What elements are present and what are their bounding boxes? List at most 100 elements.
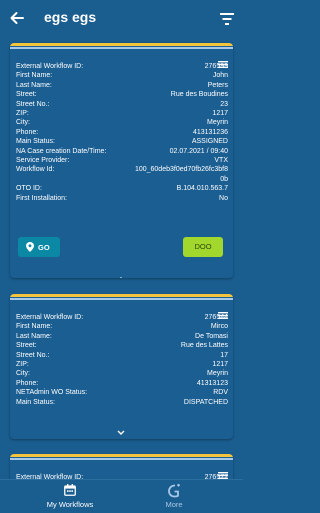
filter-icon (220, 13, 234, 25)
expand-button[interactable] (116, 423, 126, 435)
detail-label: NA Case creation Date/Time: (16, 147, 107, 155)
detail-row: External Workflow ID: 276599 (16, 62, 228, 71)
filter-button[interactable] (220, 12, 234, 25)
detail-value: Rue des Boudines (170, 91, 228, 99)
arrow-left-icon (10, 12, 24, 24)
go-button-label: GO (38, 243, 50, 252)
detail-value: 41313123 (196, 379, 228, 387)
app-header: egs egs (0, 0, 243, 36)
detail-value: Mirco (210, 323, 228, 331)
card-details: External Workflow ID: 276599 First Name: J… (16, 62, 228, 203)
detail-value: 413131236 (192, 128, 228, 136)
detail-label: Street No.: (16, 351, 50, 359)
detail-row: ZIP: 1217 (16, 360, 228, 369)
detail-label: Last Name: (16, 332, 52, 340)
detail-label: NETAdmin WO Status: (16, 389, 88, 397)
doo-button[interactable]: DOO (183, 237, 223, 257)
map-pin-icon (26, 242, 34, 252)
detail-value: 1217 (212, 110, 228, 118)
detail-label: Phone: (16, 128, 39, 136)
detail-value: Meyrin (206, 370, 228, 378)
detail-label: First Name: (16, 72, 53, 80)
nav-my-workflows-label: My Workflows (46, 500, 94, 509)
detail-row: Street No.: 17 (16, 351, 228, 360)
nav-more[interactable]: More (150, 480, 198, 513)
detail-value: De Tomasi (195, 332, 228, 340)
bottom-navigation: My Workflows More (0, 479, 243, 513)
detail-row: ZIP: 1217 (16, 109, 228, 118)
drag-handle-icon[interactable] (218, 55, 228, 68)
detail-label: Street: (16, 342, 37, 350)
detail-value: No (219, 194, 228, 202)
card-header-bar (10, 454, 233, 462)
chevron-down-icon (117, 430, 125, 435)
detail-label: Main Status: (16, 398, 55, 406)
detail-value: VTX (214, 157, 228, 165)
detail-value: Peters (207, 81, 228, 89)
detail-label: Phone: (16, 379, 39, 387)
detail-value: 276599 (204, 63, 228, 70)
detail-row: Phone: 41313123 (16, 379, 228, 388)
workflow-card[interactable]: External Workflow ID: 276544 First Name: M… (10, 294, 233, 439)
nav-more-label: More (165, 500, 183, 509)
card-details: External Workflow ID: 276544 First Name: M… (16, 313, 228, 407)
drag-handle-icon[interactable] (218, 466, 228, 479)
chevron-up-icon (120, 277, 122, 278)
detail-label: City: (16, 119, 30, 127)
collapse-button[interactable] (116, 269, 126, 278)
detail-value: 100_60deb3f0ed70fb26fc3bf80b (134, 166, 228, 183)
detail-value: B.104.010.563.7 (176, 185, 228, 193)
detail-label: ZIP: (16, 110, 29, 118)
detail-row: City: Meyrin (16, 118, 228, 127)
more-icon (168, 484, 180, 498)
detail-label: ZIP: (16, 361, 29, 369)
detail-row: Last Name: De Tomasi (16, 332, 228, 341)
detail-label: OTO ID: (16, 185, 42, 193)
detail-label: External Workflow ID: (16, 314, 84, 321)
detail-label: Street: (16, 91, 37, 99)
detail-row: Street No.: 23 (16, 100, 228, 109)
detail-value: John (212, 72, 228, 80)
card-header-bar (10, 43, 233, 51)
back-button[interactable] (8, 9, 26, 27)
detail-row: Workflow Id: 100_60deb3f0ed70fb26fc3bf80b (16, 165, 228, 184)
detail-row: External Workflow ID: 276544 (16, 313, 228, 322)
workflow-card[interactable]: External Workflow ID: 276599 First Name: J… (10, 43, 233, 278)
detail-label: Last Name: (16, 81, 52, 89)
detail-value: 1217 (212, 361, 228, 369)
detail-value: 23 (220, 100, 228, 108)
detail-label: Workflow Id: (16, 166, 55, 174)
detail-value: ASSIGNED (191, 138, 228, 146)
detail-label: First Installation: (16, 194, 67, 202)
detail-row: Street: Rue des Lattes (16, 341, 228, 350)
detail-row: First Name: Mirco (16, 322, 228, 331)
detail-value: RDV (213, 389, 228, 397)
workflow-list[interactable]: External Workflow ID: 276599 First Name: J… (0, 38, 243, 490)
drag-handle-icon[interactable] (218, 306, 228, 319)
detail-row: First Installation: No (16, 194, 228, 203)
detail-row: NA Case creation Date/Time: 02.07.2021 / … (16, 147, 228, 156)
detail-row: OTO ID: B.104.010.563.7 (16, 184, 228, 193)
detail-value: Meyrin (206, 119, 228, 127)
detail-row: Main Status: ASSIGNED (16, 137, 228, 146)
detail-label: City: (16, 370, 30, 378)
card-header-bar (10, 294, 233, 302)
detail-label: First Name: (16, 323, 53, 331)
nav-my-workflows[interactable]: My Workflows (36, 480, 104, 513)
detail-row: City: Meyrin (16, 369, 228, 378)
detail-value: DISPATCHED (183, 398, 228, 406)
detail-value: Rue des Lattes (180, 342, 228, 350)
detail-value: 276544 (204, 314, 228, 321)
detail-label: Service Provider: (16, 157, 70, 165)
detail-row: First Name: John (16, 71, 228, 80)
detail-row: Phone: 413131236 (16, 128, 228, 137)
detail-row: Last Name: Peters (16, 81, 228, 90)
go-button[interactable]: GO (18, 237, 60, 257)
detail-row: Street: Rue des Boudines (16, 90, 228, 99)
detail-row: NETAdmin WO Status: RDV (16, 388, 228, 397)
page-title: egs egs (44, 9, 97, 25)
detail-label: Main Status: (16, 138, 55, 146)
detail-value: 02.07.2021 / 09:40 (169, 147, 228, 155)
calendar-icon (64, 484, 76, 496)
detail-label: Street No.: (16, 100, 50, 108)
